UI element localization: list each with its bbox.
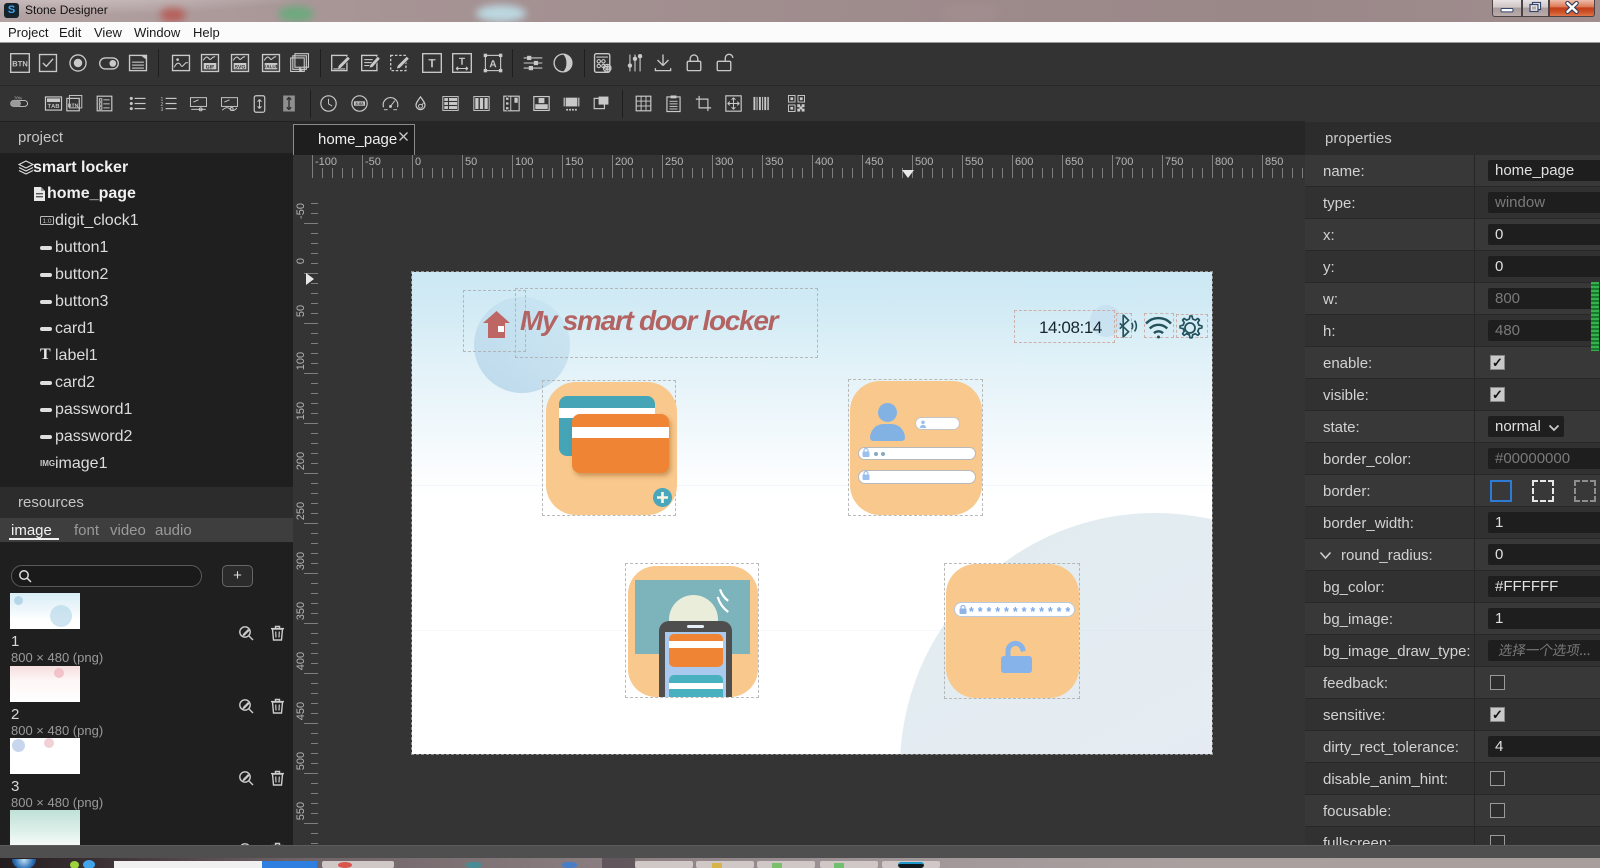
svg-text:1:0: 1:0 — [42, 218, 51, 225]
